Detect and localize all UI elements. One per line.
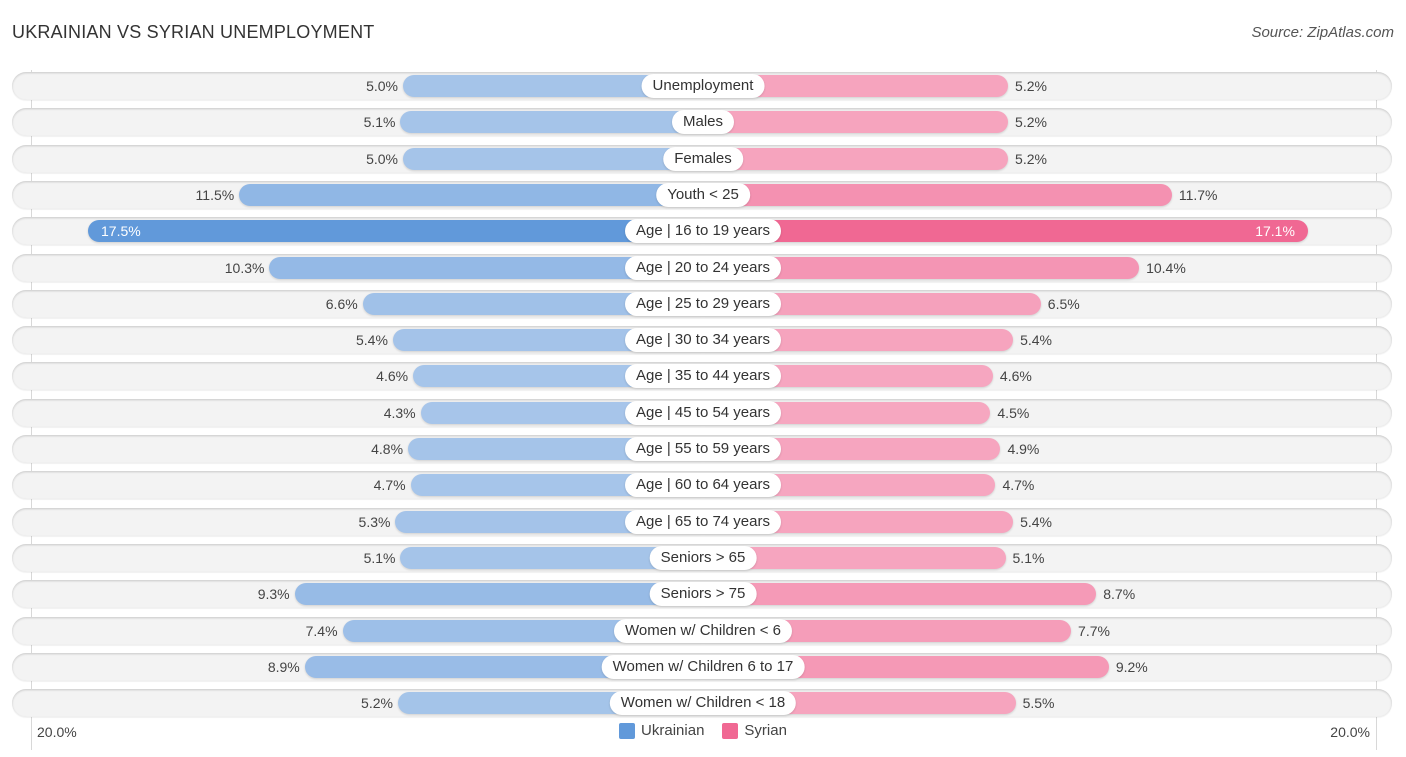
category-label: Age | 55 to 59 years — [625, 437, 781, 461]
value-label-syrian: 7.7% — [1078, 622, 1110, 639]
category-label: Age | 16 to 19 years — [625, 219, 781, 244]
category-label: Males — [671, 110, 735, 135]
value-label-syrian: 9.2% — [1115, 658, 1148, 675]
value-label-syrian: 5.4% — [1020, 332, 1052, 349]
category-label: Females — [663, 146, 743, 171]
bar-ukrainian[interactable] — [88, 220, 703, 243]
value-label-syrian: 6.5% — [1047, 295, 1080, 312]
legend-swatch-ukrainian — [619, 722, 636, 739]
value-label-ukrainian: 5.1% — [363, 114, 396, 131]
category-label: Age | 45 to 54 years — [625, 400, 781, 425]
category-label: Unemployment — [641, 74, 765, 98]
category-label: Age | 35 to 44 years — [625, 364, 781, 389]
bar-syrian[interactable] — [703, 220, 1308, 243]
category-label: Women w/ Children 6 to 17 — [601, 654, 805, 679]
value-label-ukrainian: 4.7% — [373, 477, 406, 494]
chart-plot-area: 5.0% 5.2% Unemployment 5.1% 5.2% Males 5.0% 5.2… — [0, 0, 1406, 757]
value-label-syrian: 17.1% — [1255, 223, 1295, 240]
legend-item-ukrainian[interactable]: Ukrainian — [619, 722, 704, 739]
value-label-ukrainian: 11.5% — [195, 186, 235, 203]
bar-syrian[interactable] — [703, 583, 1097, 606]
value-label-ukrainian: 4.3% — [383, 404, 416, 421]
category-label: Age | 20 to 24 years — [625, 255, 781, 280]
value-label-syrian: 4.6% — [999, 368, 1032, 385]
value-label-syrian: 11.7% — [1178, 186, 1218, 203]
value-label-ukrainian: 10.3% — [224, 259, 265, 276]
value-label-syrian: 5.4% — [1020, 513, 1052, 530]
value-label-ukrainian: 5.3% — [358, 513, 391, 530]
bar-syrian[interactable] — [703, 183, 1172, 206]
value-label-ukrainian: 8.9% — [267, 658, 300, 675]
value-label-syrian: 4.5% — [997, 404, 1030, 421]
legend-item-syrian[interactable]: Syrian — [722, 722, 787, 739]
value-label-ukrainian: 4.6% — [376, 368, 409, 385]
value-label-ukrainian: 5.0% — [366, 150, 398, 167]
value-label-syrian: 5.2% — [1015, 78, 1047, 94]
category-label: Seniors > 75 — [649, 582, 757, 607]
category-label: Age | 30 to 34 years — [625, 328, 781, 353]
value-label-ukrainian: 17.5% — [101, 223, 141, 240]
value-label-ukrainian: 4.8% — [371, 441, 404, 457]
value-label-ukrainian: 9.3% — [257, 586, 290, 603]
value-label-ukrainian: 5.1% — [363, 549, 396, 566]
value-label-syrian: 8.7% — [1103, 586, 1136, 603]
value-label-syrian: 4.9% — [1007, 441, 1040, 457]
category-label: Women w/ Children < 6 — [613, 618, 793, 643]
category-label: Age | 65 to 74 years — [625, 509, 781, 534]
value-label-syrian: 5.2% — [1015, 114, 1047, 131]
category-label: Women w/ Children < 18 — [609, 691, 797, 716]
value-label-ukrainian: 7.4% — [305, 622, 338, 639]
bar-syrian[interactable] — [703, 147, 1009, 170]
bar-syrian[interactable] — [703, 111, 1009, 134]
legend: Ukrainian Syrian — [0, 722, 1406, 739]
category-label: Seniors > 65 — [649, 545, 757, 570]
value-label-ukrainian: 5.0% — [366, 78, 398, 94]
legend-label-ukrainian: Ukrainian — [641, 722, 705, 739]
category-label: Age | 25 to 29 years — [625, 291, 781, 316]
value-label-syrian: 5.2% — [1015, 150, 1047, 167]
bar-ukrainian[interactable] — [294, 583, 703, 606]
category-label: Youth < 25 — [656, 182, 750, 207]
value-label-syrian: 5.1% — [1012, 549, 1045, 566]
bar-ukrainian[interactable] — [400, 111, 703, 134]
value-label-syrian: 5.5% — [1022, 695, 1055, 712]
bar-ukrainian[interactable] — [403, 147, 703, 170]
category-label: Age | 60 to 64 years — [625, 473, 781, 498]
legend-label-syrian: Syrian — [744, 722, 787, 739]
value-label-syrian: 10.4% — [1146, 259, 1186, 276]
value-label-ukrainian: 6.6% — [325, 295, 358, 312]
bar-ukrainian[interactable] — [239, 183, 703, 206]
value-label-ukrainian: 5.2% — [361, 695, 393, 712]
value-label-syrian: 4.7% — [1002, 477, 1035, 494]
value-label-ukrainian: 5.4% — [356, 332, 388, 349]
legend-swatch-syrian — [722, 722, 739, 739]
